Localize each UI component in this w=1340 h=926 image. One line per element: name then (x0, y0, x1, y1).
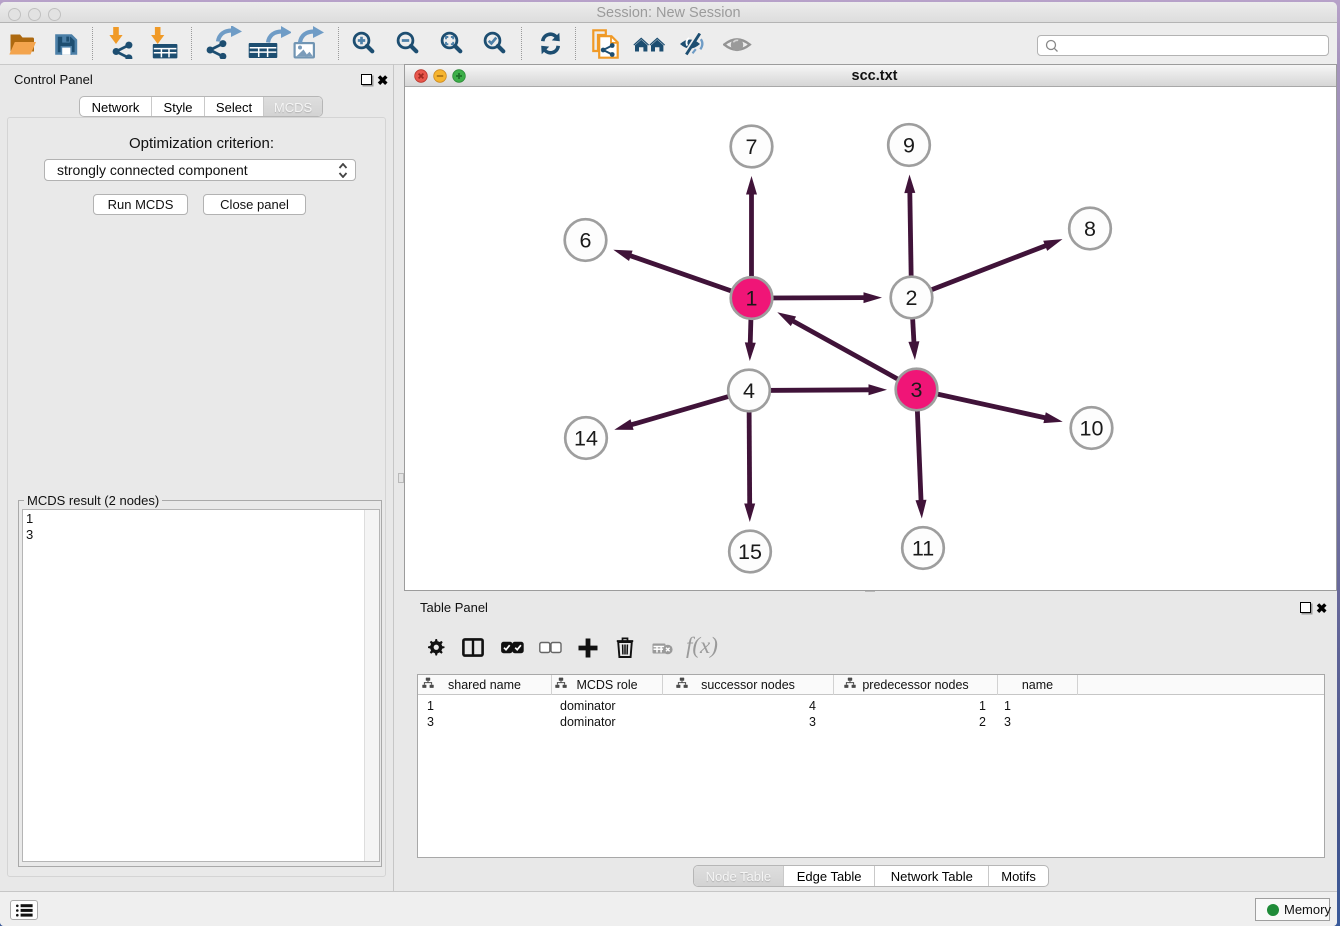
svg-text:1: 1 (746, 287, 758, 311)
svg-text:11: 11 (912, 537, 934, 561)
svg-text:10: 10 (1080, 417, 1104, 441)
svg-text:7: 7 (746, 135, 758, 159)
svg-text:15: 15 (738, 540, 762, 564)
svg-text:14: 14 (574, 427, 598, 451)
svg-text:8: 8 (1084, 217, 1096, 241)
svg-text:9: 9 (903, 134, 915, 158)
svg-text:6: 6 (580, 229, 592, 253)
svg-text:3: 3 (911, 378, 923, 402)
svg-text:4: 4 (743, 379, 755, 403)
svg-text:2: 2 (906, 286, 918, 310)
